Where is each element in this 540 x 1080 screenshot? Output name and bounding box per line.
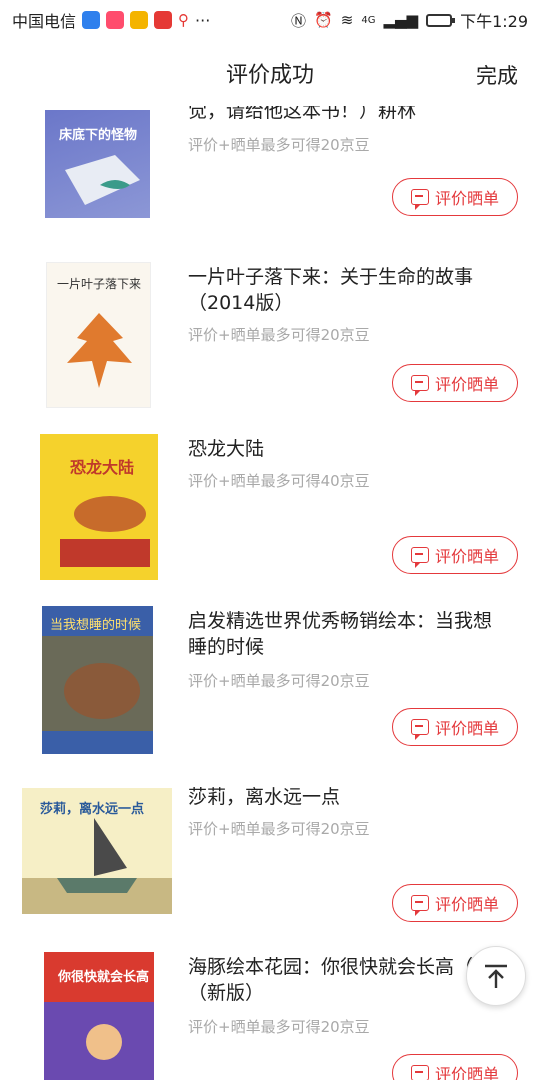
review-button[interactable]: 评价晒单 <box>392 708 518 746</box>
alarm-icon: ⏰ <box>314 11 333 29</box>
cover-illustration <box>65 155 140 205</box>
review-button-label: 评价晒单 <box>434 1065 499 1080</box>
review-button[interactable]: 评价晒单 <box>392 1054 518 1080</box>
back-to-top-button[interactable] <box>466 946 526 1006</box>
review-button-label: 评价晒单 <box>434 189 499 208</box>
taobao-app-icon <box>106 11 125 29</box>
comment-icon <box>410 719 429 740</box>
done-button[interactable]: 完成 <box>476 60 518 90</box>
review-button-label: 评价晒单 <box>434 719 499 738</box>
book-cover-image: 恐龙大陆 <box>40 434 158 580</box>
location-pin-icon: ⚲ <box>178 11 190 29</box>
shield-app-icon <box>82 11 101 29</box>
book-cover-image: 当我想睡的时候 <box>42 606 153 754</box>
review-button-label: 评价晒单 <box>434 547 499 566</box>
list-item: 床底下的怪物 觉，请给他这本书！）耕林 评价+晒单最多可得20京豆 评价晒单 <box>0 106 540 265</box>
battery-icon <box>426 13 456 27</box>
item-subtitle: 评价+晒单最多可得20京豆 <box>188 672 370 690</box>
review-button[interactable]: 评价晒单 <box>392 536 518 574</box>
review-button[interactable]: 评价晒单 <box>392 178 518 216</box>
item-subtitle: 评价+晒单最多可得20京豆 <box>188 136 370 154</box>
nav-header: 评价成功 完成 <box>0 40 540 106</box>
leaf-illustration <box>67 313 132 388</box>
book-cover-image: 一片叶子落下来 <box>46 262 151 408</box>
nfc-icon: Ⓝ <box>291 11 307 30</box>
comment-icon <box>410 895 429 916</box>
item-subtitle: 评价+晒单最多可得20京豆 <box>188 326 370 344</box>
mail-app-icon <box>130 11 149 29</box>
book-cover-image: 床底下的怪物 <box>45 110 150 218</box>
page-title: 评价成功 <box>225 63 314 88</box>
carrier-label: 中国电信 <box>12 12 77 31</box>
status-bar: 中国电信 ⚲ ··· Ⓝ ⏰ ≋ 4G ▂▄▆ 下午1:29 <box>0 0 540 40</box>
comment-icon <box>410 1065 429 1080</box>
review-button[interactable]: 评价晒单 <box>392 364 518 402</box>
item-subtitle: 评价+晒单最多可得20京豆 <box>188 1018 370 1036</box>
more-notifications-label: ··· <box>195 10 211 30</box>
book-cover-image: 莎莉，离水远一点 <box>22 788 172 914</box>
comment-icon <box>410 189 429 210</box>
item-title: 觉，请给他这本书！）耕林 <box>188 106 417 122</box>
list-item: 莎莉，离水远一点 莎莉，离水远一点 评价+晒单最多可得20京豆 评价晒单 <box>0 782 540 955</box>
list-item: 你很快就会长高 海豚绘本花园：你很快就会长高（精）（新版） 评价+晒单最多可得2… <box>0 952 540 1080</box>
item-title: 海豚绘本花园：你很快就会长高（精）（新版） <box>188 956 502 1004</box>
activity-app-icon <box>154 11 173 29</box>
comment-icon <box>410 375 429 396</box>
item-title: 恐龙大陆 <box>188 438 265 460</box>
list-item: 一片叶子落下来 一片叶子落下来：关于生命的故事（2014版） 评价+晒单最多可得… <box>0 262 540 435</box>
item-subtitle: 评价+晒单最多可得20京豆 <box>188 820 370 838</box>
review-button[interactable]: 评价晒单 <box>392 884 518 922</box>
bear-illustration <box>42 636 153 731</box>
wifi-icon: ≋ <box>340 11 354 29</box>
review-button-label: 评价晒单 <box>434 895 499 914</box>
arrow-up-icon <box>485 964 507 988</box>
clock-label: 下午1:29 <box>460 12 528 31</box>
signal-icon: ▂▄▆ <box>383 11 419 29</box>
list-item: 恐龙大陆 恐龙大陆 评价+晒单最多可得40京豆 评价晒单 <box>0 434 540 607</box>
network-type-label: 4G <box>361 14 376 26</box>
dinosaur-illustration <box>60 496 150 567</box>
item-title: 莎莉，离水远一点 <box>188 786 341 808</box>
boat-illustration <box>22 818 172 914</box>
child-illustration <box>44 1002 154 1080</box>
comment-icon <box>410 547 429 568</box>
item-subtitle: 评价+晒单最多可得40京豆 <box>188 472 370 490</box>
review-list[interactable]: 床底下的怪物 觉，请给他这本书！）耕林 评价+晒单最多可得20京豆 评价晒单 一… <box>0 106 540 1080</box>
list-item: 当我想睡的时候 启发精选世界优秀畅销绘本：当我想睡的时候 评价+晒单最多可得20… <box>0 606 540 779</box>
item-title: 一片叶子落下来：关于生命的故事（2014版） <box>188 266 474 314</box>
review-button-label: 评价晒单 <box>434 375 499 394</box>
book-cover-image: 你很快就会长高 <box>44 952 154 1080</box>
item-title: 启发精选世界优秀畅销绘本：当我想睡的时候 <box>188 610 493 658</box>
